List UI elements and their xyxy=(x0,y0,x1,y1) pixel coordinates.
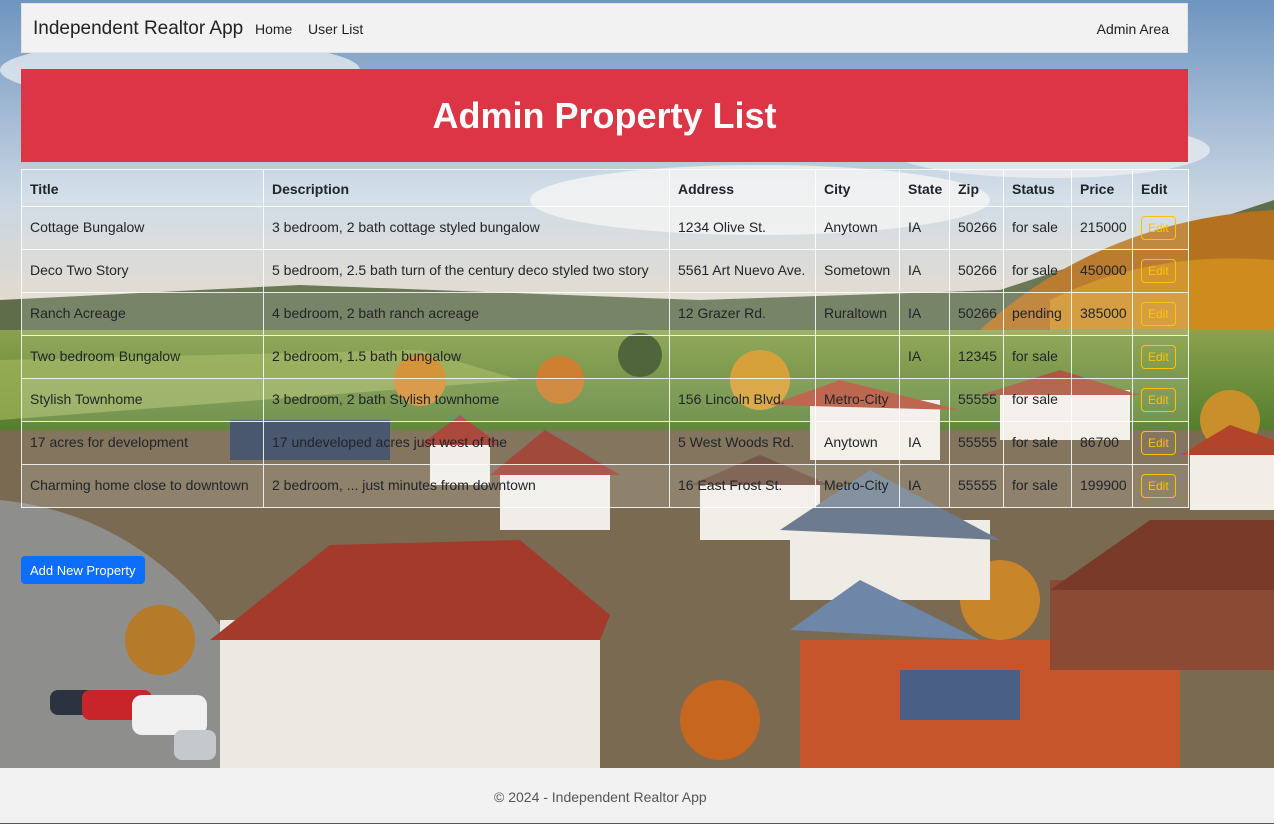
page-banner: Admin Property List xyxy=(21,69,1188,162)
cell-edit: Edit xyxy=(1132,249,1189,293)
nav-link-home[interactable]: Home xyxy=(255,21,292,37)
edit-button[interactable]: Edit xyxy=(1141,388,1176,412)
column-header-state: State xyxy=(899,169,950,207)
cell-edit: Edit xyxy=(1132,378,1189,422)
edit-button[interactable]: Edit xyxy=(1141,302,1176,326)
cell-address: 5 West Woods Rd. xyxy=(669,421,816,465)
cell-address xyxy=(669,335,816,379)
cell-edit: Edit xyxy=(1132,292,1189,336)
cell-zip: 50266 xyxy=(949,249,1004,293)
cell-state: IA xyxy=(899,249,950,293)
cell-address: 156 Lincoln Blvd. xyxy=(669,378,816,422)
cell-price: 385000 xyxy=(1071,292,1133,336)
cell-edit: Edit xyxy=(1132,464,1189,508)
cell-title: Cottage Bungalow xyxy=(21,206,264,250)
cell-city: Metro-City xyxy=(815,378,900,422)
cell-city: Metro-City xyxy=(815,464,900,508)
column-header-edit: Edit xyxy=(1132,169,1189,207)
table-row: Charming home close to downtown 2 bedroo… xyxy=(21,464,1189,508)
cell-zip: 50266 xyxy=(949,206,1004,250)
cell-status: for sale xyxy=(1003,378,1072,422)
cell-state: IA xyxy=(899,335,950,379)
cell-description: 2 bedroom, 1.5 bath bungalow xyxy=(263,335,670,379)
page-title: Admin Property List xyxy=(432,94,777,136)
cell-status: for sale xyxy=(1003,206,1072,250)
cell-edit: Edit xyxy=(1132,335,1189,379)
edit-button[interactable]: Edit xyxy=(1141,431,1176,455)
cell-status: pending xyxy=(1003,292,1072,336)
cell-edit: Edit xyxy=(1132,421,1189,465)
brand-link[interactable]: Independent Realtor App xyxy=(33,18,243,40)
cell-description: 17 undeveloped acres just west of the xyxy=(263,421,670,465)
cell-zip: 12345 xyxy=(949,335,1004,379)
cell-zip: 55555 xyxy=(949,464,1004,508)
property-table: Title Description Address City State Zip… xyxy=(21,169,1189,508)
edit-button[interactable]: Edit xyxy=(1141,345,1176,369)
cell-title: 17 acres for development xyxy=(21,421,264,465)
cell-title: Ranch Acreage xyxy=(21,292,264,336)
table-row: Ranch Acreage 4 bedroom, 2 bath ranch ac… xyxy=(21,292,1189,336)
navbar: Independent Realtor App Home User List A… xyxy=(21,3,1188,53)
cell-city: Anytown xyxy=(815,206,900,250)
table-row: Two bedroom Bungalow 2 bedroom, 1.5 bath… xyxy=(21,335,1189,379)
cell-price xyxy=(1071,378,1133,422)
cell-state xyxy=(899,378,950,422)
cell-title: Stylish Townhome xyxy=(21,378,264,422)
cell-city: Ruraltown xyxy=(815,292,900,336)
cell-city xyxy=(815,335,900,379)
footer: © 2024 - Independent Realtor App xyxy=(0,768,1274,824)
column-header-status: Status xyxy=(1003,169,1072,207)
cell-address: 5561 Art Nuevo Ave. xyxy=(669,249,816,293)
cell-zip: 55555 xyxy=(949,421,1004,465)
cell-description: 3 bedroom, 2 bath Stylish townhome xyxy=(263,378,670,422)
cell-edit: Edit xyxy=(1132,206,1189,250)
cell-price: 199900 xyxy=(1071,464,1133,508)
edit-button[interactable]: Edit xyxy=(1141,259,1176,283)
nav-link-admin-area[interactable]: Admin Area xyxy=(1097,21,1169,37)
cell-city: Anytown xyxy=(815,421,900,465)
cell-price: 215000 xyxy=(1071,206,1133,250)
cell-status: for sale xyxy=(1003,335,1072,379)
cell-title: Deco Two Story xyxy=(21,249,264,293)
column-header-zip: Zip xyxy=(949,169,1004,207)
cell-state: IA xyxy=(899,421,950,465)
table-row: 17 acres for development 17 undeveloped … xyxy=(21,421,1189,465)
table-row: Stylish Townhome 3 bedroom, 2 bath Styli… xyxy=(21,378,1189,422)
table-row: Deco Two Story 5 bedroom, 2.5 bath turn … xyxy=(21,249,1189,293)
cell-address: 16 East Frost St. xyxy=(669,464,816,508)
column-header-title: Title xyxy=(21,169,264,207)
table-header-row: Title Description Address City State Zip… xyxy=(21,169,1189,207)
footer-copyright: © 2024 - Independent Realtor App xyxy=(494,789,707,805)
cell-address: 1234 Olive St. xyxy=(669,206,816,250)
cell-price: 86700 xyxy=(1071,421,1133,465)
cell-price xyxy=(1071,335,1133,379)
cell-state: IA xyxy=(899,206,950,250)
cell-status: for sale xyxy=(1003,249,1072,293)
cell-zip: 55555 xyxy=(949,378,1004,422)
column-header-address: Address xyxy=(669,169,816,207)
cell-description: 4 bedroom, 2 bath ranch acreage xyxy=(263,292,670,336)
cell-city: Sometown xyxy=(815,249,900,293)
cell-description: 2 bedroom, ... just minutes from downtow… xyxy=(263,464,670,508)
cell-price: 450000 xyxy=(1071,249,1133,293)
cell-title: Charming home close to downtown xyxy=(21,464,264,508)
cell-description: 5 bedroom, 2.5 bath turn of the century … xyxy=(263,249,670,293)
add-new-property-button[interactable]: Add New Property xyxy=(21,556,145,584)
column-header-price: Price xyxy=(1071,169,1133,207)
cell-address: 12 Grazer Rd. xyxy=(669,292,816,336)
column-header-description: Description xyxy=(263,169,670,207)
edit-button[interactable]: Edit xyxy=(1141,216,1176,240)
cell-status: for sale xyxy=(1003,421,1072,465)
cell-status: for sale xyxy=(1003,464,1072,508)
cell-zip: 50266 xyxy=(949,292,1004,336)
cell-state: IA xyxy=(899,464,950,508)
column-header-city: City xyxy=(815,169,900,207)
edit-button[interactable]: Edit xyxy=(1141,474,1176,498)
cell-state: IA xyxy=(899,292,950,336)
table-row: Cottage Bungalow 3 bedroom, 2 bath cotta… xyxy=(21,206,1189,250)
cell-description: 3 bedroom, 2 bath cottage styled bungalo… xyxy=(263,206,670,250)
cell-title: Two bedroom Bungalow xyxy=(21,335,264,379)
nav-link-user-list[interactable]: User List xyxy=(308,21,363,37)
